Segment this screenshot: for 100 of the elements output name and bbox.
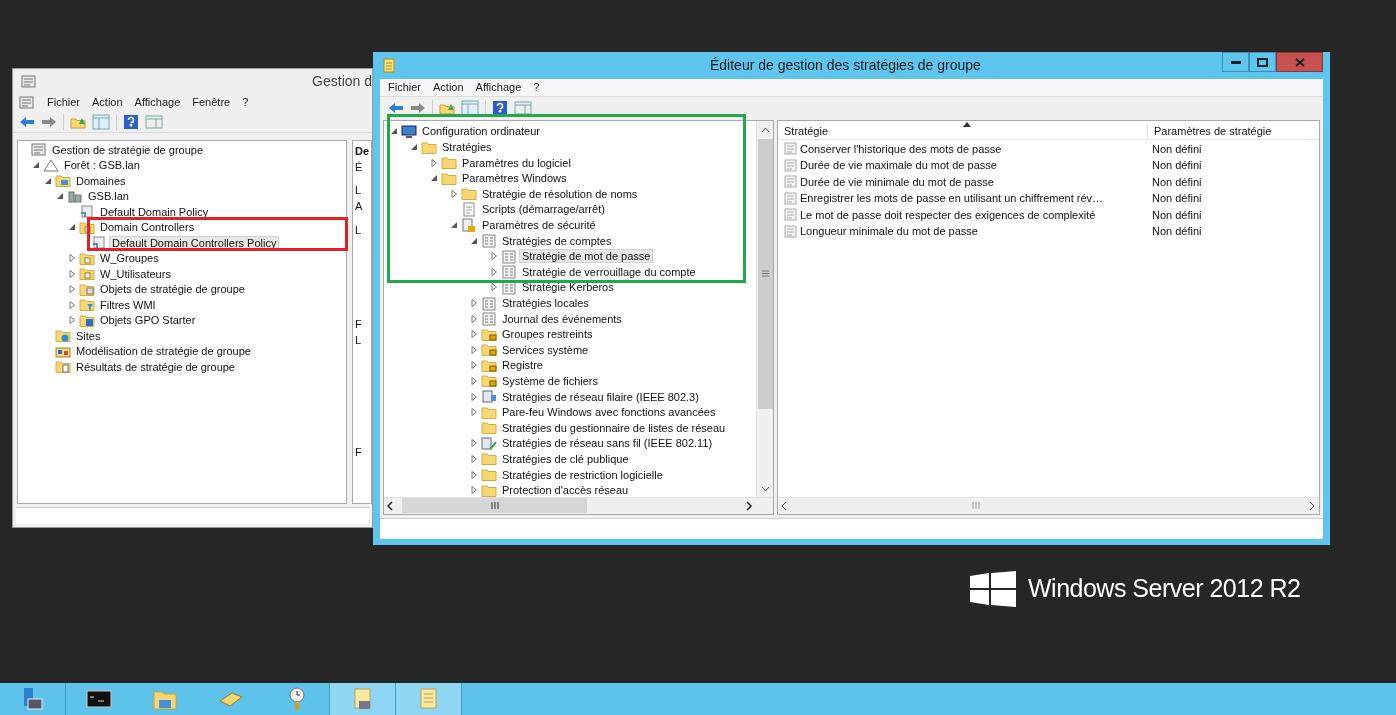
collapsed-arrow-icon[interactable] xyxy=(470,454,478,463)
table-cell-text: Durée de vie minimale du mot de passe xyxy=(800,174,994,190)
policy-link-icon xyxy=(79,204,95,220)
tree-item[interactable]: Gestion de stratégie de groupe xyxy=(50,143,206,156)
expanded-arrow-icon[interactable] xyxy=(32,161,40,170)
tree-item[interactable]: Pare-feu Windows avec fonctions avancées xyxy=(500,406,718,419)
collapsed-arrow-icon[interactable] xyxy=(430,158,438,167)
tree-item[interactable]: Stratégie de résolution de noms xyxy=(480,187,640,200)
tree-item[interactable]: Sites xyxy=(74,329,103,342)
tree-item[interactable]: Filtres WMI xyxy=(98,298,158,311)
folder-icon xyxy=(55,359,71,375)
tree-item[interactable]: Services système xyxy=(500,343,591,356)
collapsed-arrow-icon[interactable] xyxy=(68,269,76,278)
tree-item[interactable]: Stratégies de réseau filaire (IEEE 802.3) xyxy=(500,390,701,403)
collapsed-arrow-icon[interactable] xyxy=(68,285,76,294)
collapsed-arrow-icon[interactable] xyxy=(470,345,478,354)
tree-item[interactable]: Stratégie de mot de passe xyxy=(520,250,653,263)
tree-item[interactable]: Objets de stratégie de groupe xyxy=(98,283,247,296)
tree-item[interactable]: Système de fichiers xyxy=(500,375,600,387)
tree-item[interactable]: Stratégies de réseau sans fil (IEEE 802.11) xyxy=(500,437,715,450)
menu-item[interactable]: Fichier xyxy=(388,79,421,96)
tree-item[interactable]: Domaines xyxy=(74,174,128,187)
collapsed-arrow-icon[interactable] xyxy=(450,189,458,198)
vertical-scrollbar[interactable] xyxy=(756,120,773,497)
tree-item[interactable]: Stratégies de comptes xyxy=(500,234,614,247)
tree-item[interactable]: Stratégies locales xyxy=(500,297,591,309)
tree-item[interactable]: W_Utilisateurs xyxy=(98,267,173,280)
tree-item[interactable]: Forêt : GSB.lan xyxy=(62,159,142,172)
tree-item[interactable]: Paramètres du logiciel xyxy=(460,156,573,169)
collapsed-arrow-icon[interactable] xyxy=(470,330,478,339)
menu-item[interactable]: Action xyxy=(433,79,464,96)
expanded-arrow-icon[interactable] xyxy=(430,174,438,183)
expanded-arrow-icon[interactable] xyxy=(410,143,418,152)
scrollbar-thumb[interactable] xyxy=(402,498,587,514)
collapsed-arrow-icon[interactable] xyxy=(470,470,478,479)
menu-item[interactable]: Fichier xyxy=(47,93,80,111)
tree-item[interactable]: Stratégie de verrouillage du compte xyxy=(520,265,698,278)
cut-off-label: É xyxy=(355,160,364,174)
tree-item[interactable]: Stratégie Kerberos xyxy=(520,281,616,294)
collapsed-arrow-icon[interactable] xyxy=(470,408,478,417)
collapsed-arrow-icon[interactable] xyxy=(470,486,478,495)
tree-item[interactable]: Paramètres Windows xyxy=(460,172,569,185)
tree-item[interactable]: Stratégies xyxy=(440,141,494,154)
tree-item[interactable]: Stratégies de clé publique xyxy=(500,452,631,465)
collapsed-arrow-icon[interactable] xyxy=(490,267,498,276)
expanded-arrow-icon[interactable] xyxy=(44,176,52,185)
policy-document-icon xyxy=(784,158,798,172)
menu-item[interactable]: Action xyxy=(92,93,123,111)
close-button[interactable] xyxy=(1276,52,1323,72)
expanded-arrow-icon[interactable] xyxy=(450,221,458,230)
collapsed-arrow-icon[interactable] xyxy=(490,283,498,292)
section-heading: De xyxy=(355,144,371,158)
table-cell-text: Non défini xyxy=(1151,207,1202,223)
collapsed-arrow-icon[interactable] xyxy=(470,361,478,370)
horizontal-scrollbar[interactable] xyxy=(778,496,1319,514)
column-header[interactable]: Paramètres de stratégie xyxy=(1148,122,1319,140)
tree-item[interactable]: Objets GPO Starter xyxy=(98,314,198,327)
tree-item[interactable]: Stratégies du gestionnaire de listes de réseau xyxy=(500,421,728,434)
tree-item[interactable]: Domain Controllers xyxy=(98,221,197,234)
collapsed-arrow-icon[interactable] xyxy=(68,316,76,325)
tree-item[interactable]: Scripts (démarrage/arrêt) xyxy=(480,203,607,216)
collapsed-arrow-icon[interactable] xyxy=(470,377,478,385)
tree-item[interactable]: Protection d'accès réseau xyxy=(500,484,631,497)
collapsed-arrow-icon[interactable] xyxy=(68,300,76,309)
tree-item[interactable]: Default Domain Policy xyxy=(98,205,211,218)
horizontal-scrollbar[interactable] xyxy=(384,497,756,514)
menu-item[interactable]: Affichage xyxy=(475,79,522,96)
tree-item[interactable]: Registre xyxy=(500,359,545,372)
tree-item[interactable]: Résultats de stratégie de groupe xyxy=(74,360,237,373)
expanded-arrow-icon[interactable] xyxy=(68,223,76,232)
collapsed-arrow-icon[interactable] xyxy=(490,252,498,261)
collapsed-arrow-icon[interactable] xyxy=(470,392,478,401)
tree-item[interactable]: Journal des événements xyxy=(500,312,624,325)
tree-item[interactable]: GSB.lan xyxy=(86,190,131,203)
tree-item[interactable]: Stratégies de restriction logicielle xyxy=(500,468,665,481)
locked-folder-icon xyxy=(481,342,497,358)
minimize-button[interactable] xyxy=(1222,52,1249,72)
product-name: Windows Server 2012 R2 xyxy=(1028,573,1301,604)
tree-item[interactable]: Default Domain Controllers Policy xyxy=(110,236,279,249)
tree-item[interactable]: Paramètres de sécurité xyxy=(480,219,598,232)
scrollbar-thumb[interactable] xyxy=(757,138,773,409)
tree-item[interactable]: Configuration ordinateur xyxy=(420,125,543,138)
menu-item[interactable]: ? xyxy=(242,93,249,111)
collapsed-arrow-icon[interactable] xyxy=(470,439,478,448)
expanded-arrow-icon[interactable] xyxy=(470,236,478,245)
expanded-arrow-icon[interactable] xyxy=(56,192,64,201)
tree-item[interactable]: Modélisation de stratégie de groupe xyxy=(74,345,253,358)
menu-item[interactable]: ? xyxy=(533,79,540,96)
tree-item[interactable]: W_Groupes xyxy=(98,252,161,265)
maximize-button[interactable] xyxy=(1249,52,1276,72)
cut-off-label: A xyxy=(355,199,364,213)
menu-item[interactable]: Affichage xyxy=(134,93,181,111)
panel-icon xyxy=(514,100,532,117)
collapsed-arrow-icon[interactable] xyxy=(68,254,76,263)
expanded-arrow-icon[interactable] xyxy=(390,127,398,136)
column-header[interactable]: Stratégie xyxy=(778,122,1148,140)
collapsed-arrow-icon[interactable] xyxy=(470,314,478,323)
collapsed-arrow-icon[interactable] xyxy=(470,299,478,307)
menu-item[interactable]: Fenêtre xyxy=(192,93,231,111)
tree-item[interactable]: Groupes restreints xyxy=(500,328,595,341)
